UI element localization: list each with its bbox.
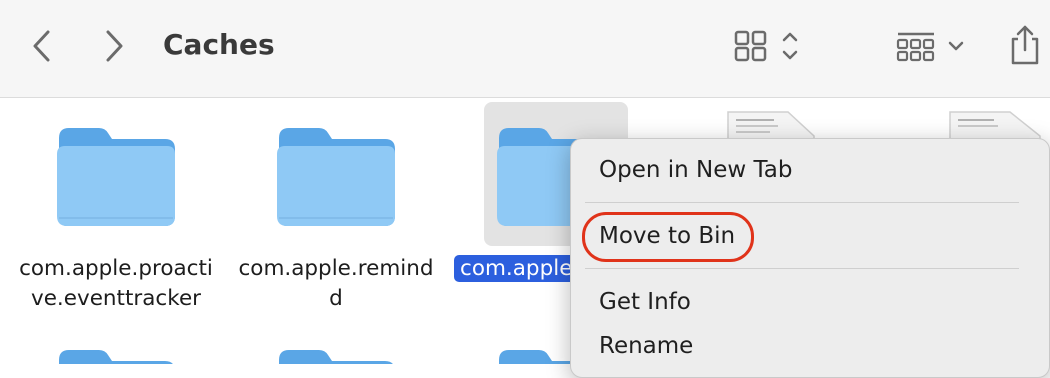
- group-by-icon: [896, 32, 964, 62]
- file-name-line2: d: [329, 286, 343, 311]
- back-button[interactable]: [24, 26, 60, 66]
- menu-separator: [585, 268, 1019, 269]
- share-button[interactable]: [1004, 22, 1046, 68]
- folder-icon[interactable]: [275, 346, 397, 364]
- chevron-right-icon: [106, 30, 123, 62]
- highlight-ring: [582, 212, 754, 262]
- file-name-line1: com.apple.proacti: [19, 256, 213, 281]
- menu-item-get-info[interactable]: Get Info: [599, 289, 691, 315]
- menu-separator: [585, 202, 1019, 203]
- toolbar: Caches: [0, 0, 1050, 98]
- file-name-line2: ve.eventtracker: [30, 286, 202, 311]
- share-icon: [1011, 25, 1039, 65]
- menu-item-open-in-new-tab[interactable]: Open in New Tab: [599, 157, 792, 183]
- folder-icon[interactable]: [55, 346, 177, 364]
- file-name-line1: com.apple.remind: [238, 256, 434, 281]
- folder-icon[interactable]: [275, 124, 397, 228]
- file-name-label[interactable]: com.apple.remind d: [226, 254, 446, 314]
- file-name-label[interactable]: com.apple.proacti ve.eventtracker: [6, 254, 226, 314]
- view-mode-button[interactable]: [728, 26, 806, 66]
- folder-icon[interactable]: [55, 124, 177, 228]
- chevron-left-icon: [33, 30, 50, 62]
- group-by-button[interactable]: [890, 26, 972, 66]
- window-title: Caches: [163, 28, 275, 61]
- icon-grid-view-icon: [734, 30, 798, 62]
- forward-button[interactable]: [96, 26, 132, 66]
- file-name-line1: com.apple: [454, 255, 579, 282]
- menu-item-rename[interactable]: Rename: [599, 333, 693, 359]
